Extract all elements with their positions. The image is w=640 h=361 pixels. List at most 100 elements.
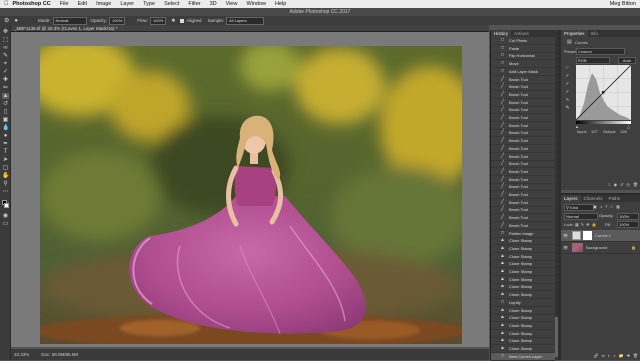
menu-filter[interactable]: Filter <box>188 1 200 7</box>
healing-brush-tool-icon[interactable]: ✚ <box>2 77 9 83</box>
delete-adjustment-icon[interactable]: 🗑 <box>633 182 638 189</box>
flow-field[interactable]: 100% <box>150 16 167 25</box>
tab-paths[interactable]: Paths <box>606 195 624 202</box>
move-tool-icon[interactable]: ✥ <box>2 29 9 35</box>
menu-view[interactable]: View <box>226 1 238 7</box>
menu-layer[interactable]: Layer <box>120 1 134 7</box>
clone-stamp-preset-icon[interactable]: ⚙ <box>4 17 9 24</box>
layer-name[interactable]: Curves 1 <box>595 233 611 238</box>
filter-smart-icon[interactable]: ▦ <box>616 204 620 210</box>
layer-mask-thumbnail[interactable] <box>583 231 592 240</box>
filter-pixel-icon[interactable]: ▣ <box>593 204 597 210</box>
visibility-icon[interactable]: ◎ <box>626 182 630 189</box>
tab-layers[interactable]: Layers <box>561 195 581 202</box>
filter-shape-icon[interactable]: □ <box>611 204 613 210</box>
preset-select[interactable]: Custom <box>576 48 625 55</box>
pen-tool-icon[interactable]: ✒ <box>2 141 9 147</box>
dodge-tool-icon[interactable]: ● <box>2 133 9 139</box>
tab-channels[interactable]: Channels <box>581 195 606 202</box>
apple-icon[interactable]:  <box>4 1 9 7</box>
view-previous-icon[interactable]: ◉ <box>614 182 618 189</box>
layer-name[interactable]: Background <box>586 245 607 250</box>
hand-tool-icon[interactable]: ✋ <box>2 173 9 179</box>
marquee-tool-icon[interactable]: ⬚ <box>2 37 9 43</box>
lock-all-icon[interactable]: 🔒 <box>592 222 597 228</box>
new-group-icon[interactable]: 📁 <box>619 353 624 360</box>
tab-history[interactable]: History <box>491 30 512 37</box>
shape-tool-icon[interactable]: ▢ <box>2 165 9 171</box>
layer-row[interactable]: 👁 Curves 1 <box>561 230 640 242</box>
lasso-tool-icon[interactable]: ∞ <box>2 45 9 51</box>
black-point-eyedropper-icon[interactable]: ✓ <box>564 73 571 79</box>
zoom-readout[interactable]: 33.33% <box>14 352 29 357</box>
layer-style-icon[interactable]: fx <box>602 353 605 360</box>
brush-size-icon[interactable]: ● <box>14 18 18 24</box>
quick-mask-icon[interactable]: ◉ <box>2 213 9 219</box>
opacity-field[interactable]: 100% <box>109 16 126 25</box>
add-mask-icon[interactable]: ◐ <box>608 353 610 360</box>
curves-graph[interactable] <box>575 64 632 121</box>
more-tools-icon[interactable]: ⋯ <box>2 189 9 195</box>
gradient-tool-icon[interactable]: ▣ <box>2 117 9 123</box>
target-adjust-icon[interactable]: ☞ <box>564 65 571 71</box>
new-adjustment-layer-icon[interactable]: ◑ <box>613 353 615 360</box>
tab-actions[interactable]: Actions <box>511 30 532 37</box>
menu-help[interactable]: Help <box>275 1 286 7</box>
channel-select[interactable]: RGB <box>576 57 610 64</box>
layer-visibility-eye-icon[interactable]: 👁 <box>563 233 568 238</box>
white-point-eyedropper-icon[interactable]: ✓ <box>564 89 571 95</box>
layer-filter-select[interactable]: ⚲ Kind <box>564 204 594 211</box>
sample-select[interactable]: All Layers <box>226 16 265 25</box>
menu-file[interactable]: File <box>60 1 69 7</box>
history-item[interactable]: □ New Curves Layer <box>491 352 555 361</box>
link-layers-icon[interactable]: 🔗 <box>594 353 599 360</box>
menu-edit[interactable]: Edit <box>78 1 87 7</box>
gray-point-eyedropper-icon[interactable]: ✓ <box>564 81 571 87</box>
reset-icon[interactable]: ↺ <box>620 182 623 189</box>
eraser-tool-icon[interactable]: ▯ <box>2 109 9 115</box>
brush-tool-icon[interactable]: ✏ <box>2 85 9 91</box>
filter-adjustment-icon[interactable]: ◑ <box>600 204 602 210</box>
type-tool-icon[interactable]: T <box>2 149 9 155</box>
app-menu[interactable]: Photoshop CC <box>13 1 51 7</box>
filter-type-icon[interactable]: T <box>605 204 607 210</box>
tab-properties[interactable]: Properties <box>561 30 588 37</box>
white-point-slider-icon[interactable]: △ <box>627 124 630 129</box>
curve-points-icon[interactable]: ∿ <box>564 97 571 103</box>
new-layer-icon[interactable]: ✚ <box>627 353 630 360</box>
clone-stamp-tool-icon[interactable]: ▲ <box>2 93 9 99</box>
aligned-checkbox[interactable] <box>180 18 185 23</box>
eyedropper-tool-icon[interactable]: ✓ <box>2 69 9 75</box>
output-value[interactable]: 128 <box>620 129 627 134</box>
clip-to-layer-icon[interactable]: □ <box>608 182 610 189</box>
blend-mode-select[interactable]: Normal <box>564 213 598 220</box>
menu-window[interactable]: Window <box>246 1 266 7</box>
auto-button[interactable]: Auto <box>618 57 636 64</box>
menu-3d[interactable]: 3D <box>210 1 217 7</box>
input-value[interactable]: 127 <box>591 129 598 134</box>
document-canvas-photo[interactable] <box>40 46 462 344</box>
pencil-curve-icon[interactable]: ✎ <box>564 105 571 111</box>
menu-image[interactable]: Image <box>96 1 111 7</box>
zoom-tool-icon[interactable]: ⚲ <box>2 181 9 187</box>
path-selection-tool-icon[interactable]: ➤ <box>2 157 9 163</box>
lock-position-icon[interactable]: ✥ <box>586 222 589 228</box>
blur-tool-icon[interactable]: 💧 <box>2 125 9 131</box>
menu-select[interactable]: Select <box>164 1 179 7</box>
screen-mode-icon[interactable]: ▭ <box>2 221 9 227</box>
fill-field[interactable]: 100% <box>617 221 639 228</box>
layer-row[interactable]: 👁 Background 🔒 <box>561 242 640 254</box>
background-color-swatch[interactable] <box>4 203 9 208</box>
crop-tool-icon[interactable]: ⌖ <box>2 61 9 67</box>
layer-visibility-eye-icon[interactable]: 👁 <box>563 245 568 250</box>
lock-paint-icon[interactable]: ✎ <box>581 222 584 228</box>
lock-pixels-icon[interactable]: ▦ <box>575 222 579 228</box>
user-name[interactable]: Meg Bitton <box>610 1 636 7</box>
history-brush-tool-icon[interactable]: ↺ <box>2 101 9 107</box>
delete-layer-icon[interactable]: 🗑 <box>633 353 638 360</box>
airbrush-icon[interactable]: ✸ <box>171 18 175 24</box>
document-tab[interactable]: _MBF1138.tif @ 33.3% (Curves 1, Layer Ma… <box>11 25 489 32</box>
mode-select[interactable]: Normal <box>52 16 87 25</box>
tab-info[interactable]: Info <box>588 30 602 37</box>
quick-select-tool-icon[interactable]: ✎ <box>2 53 9 59</box>
